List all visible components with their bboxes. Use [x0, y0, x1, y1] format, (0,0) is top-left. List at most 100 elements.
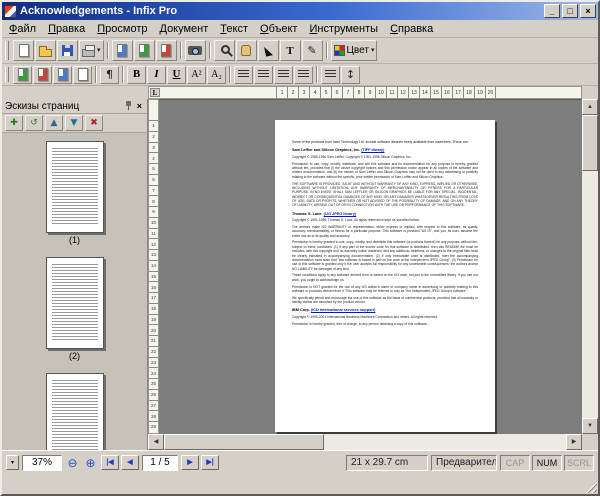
align-justify-button[interactable]	[294, 66, 313, 84]
menu-item-file[interactable]: Файл	[3, 21, 42, 37]
hand-tool-button[interactable]	[236, 40, 257, 61]
import-button[interactable]	[134, 40, 155, 61]
scroll-down-icon[interactable]: ▼	[582, 418, 598, 434]
rotate-pages-button[interactable]	[53, 66, 72, 84]
page-setup-button[interactable]	[73, 66, 92, 84]
prev-page-button[interactable]: ◀	[121, 455, 139, 470]
pin-icon[interactable]	[125, 101, 132, 111]
first-page-button[interactable]: |◀	[101, 455, 119, 470]
menu-item-view[interactable]: Просмотр	[91, 21, 153, 37]
italic-button[interactable]: I	[147, 66, 166, 84]
resize-grip[interactable]	[584, 480, 597, 493]
align-left-button[interactable]	[234, 66, 253, 84]
align-right-button[interactable]	[274, 66, 293, 84]
license-link[interactable]: (IJG JPEG library)	[324, 212, 357, 216]
ruler-tick: 5	[149, 163, 158, 174]
cursor-icon	[264, 45, 273, 56]
document-canvas[interactable]: Some of the products from Iceni Technolo…	[159, 99, 582, 434]
paragraph-button[interactable]: ¶	[100, 66, 119, 84]
panel-close-icon[interactable]: ×	[135, 101, 144, 111]
license-paragraph: The authors make NO WARRANTY or represen…	[292, 225, 478, 238]
zoom-in-button[interactable]: ⊕	[83, 455, 98, 470]
export-button[interactable]	[112, 40, 133, 61]
underline-button[interactable]: U	[167, 66, 186, 84]
page-indicator[interactable]: 1 / 5	[142, 455, 178, 471]
horizontal-scroll-thumb[interactable]	[164, 434, 324, 450]
ruler-tick: 23	[149, 357, 158, 368]
page-nav-right: ▶▶|	[181, 455, 219, 470]
superscript-button[interactable]: A²	[187, 66, 206, 84]
menu-item-tools[interactable]: Инструменты	[303, 21, 384, 37]
insert-pages-button[interactable]	[13, 66, 32, 84]
page-thumbnail[interactable]: (3)	[2, 373, 147, 450]
replace-page-button[interactable]: ↺	[25, 115, 43, 131]
revert-button[interactable]	[156, 40, 177, 61]
align-icon	[258, 70, 269, 79]
align-icon	[238, 70, 249, 79]
menu-item-object[interactable]: Объект	[254, 21, 303, 37]
scroll-up-icon[interactable]: ▲	[582, 99, 598, 115]
ruler-tick: 7	[149, 185, 158, 196]
color-button[interactable]: Цвет▾	[331, 40, 378, 61]
toolbar-grip[interactable]	[5, 67, 9, 83]
close-button[interactable]: ×	[580, 4, 596, 18]
open-button[interactable]	[35, 40, 56, 61]
menu-item-document[interactable]: Документ	[153, 21, 214, 37]
ruler-tick: 11	[149, 228, 158, 239]
page-thumbnail[interactable]: (2)	[2, 257, 147, 361]
minimize-button[interactable]: _	[544, 4, 560, 18]
menu-item-help[interactable]: Справка	[384, 21, 439, 37]
menu-item-edit[interactable]: Правка	[42, 21, 91, 37]
vertical-scroll-thumb[interactable]	[582, 115, 598, 171]
snapshot-button[interactable]	[185, 40, 206, 61]
new-document-button[interactable]	[13, 40, 34, 61]
pencil-tool-button[interactable]: ✎	[302, 40, 323, 61]
move-page-down-button[interactable]: ▼	[65, 115, 83, 131]
insert-page-button[interactable]: ✚	[5, 115, 23, 131]
zoom-level[interactable]: 37%	[22, 455, 62, 471]
align-center-button[interactable]	[254, 66, 273, 84]
ruler-tick: 2	[287, 87, 298, 98]
window-title: Acknowledgements - Infix Pro	[20, 5, 541, 17]
last-page-button[interactable]: ▶|	[201, 455, 219, 470]
license-link[interactable]: (ICU International services support)	[311, 308, 375, 312]
menu-item-text[interactable]: Текст	[214, 21, 254, 37]
zoom-tool-button[interactable]	[214, 40, 235, 61]
thumbnails-panel-header: Эскизы страниц ×	[2, 99, 147, 114]
zoom-out-button[interactable]: ⊖	[65, 455, 80, 470]
license-paragraph: Copyright © 1991-1998, Thomas G. Lane. A…	[292, 218, 478, 222]
document-page[interactable]: Some of the products from Iceni Technolo…	[275, 120, 495, 432]
license-link[interactable]: (TIFF library)	[361, 148, 384, 152]
move-page-up-button[interactable]: ▲	[45, 115, 63, 131]
line-spacing-button[interactable]: ↕	[341, 66, 360, 84]
ruler-tick: 20	[485, 87, 496, 98]
horizontal-scrollbar[interactable]: ◀ ▶	[148, 434, 582, 450]
toolbar-grip[interactable]	[5, 41, 9, 60]
scroll-left-icon[interactable]: ◀	[148, 434, 164, 450]
delete-pages-button[interactable]	[33, 66, 52, 84]
tab-selector[interactable]: L	[150, 88, 160, 97]
page-red-icon	[161, 44, 171, 57]
printer-icon	[82, 49, 95, 57]
vertical-scrollbar[interactable]: ▲ ▼	[582, 99, 598, 434]
subscript-button[interactable]: A₂	[207, 66, 226, 84]
maximize-button[interactable]: □	[562, 4, 578, 18]
swatch-icon	[334, 45, 345, 56]
bold-button[interactable]: B	[127, 66, 146, 84]
delete-page-button[interactable]: ✖	[85, 115, 103, 131]
vertical-ruler: 1234567891011121314151617181920212223242…	[148, 99, 159, 434]
page-thumbnail[interactable]: (1)	[2, 141, 147, 245]
print-button[interactable]: ▾	[79, 40, 104, 61]
zoom-menu-button[interactable]: ▾	[6, 455, 19, 470]
scroll-right-icon[interactable]: ▶	[566, 434, 582, 450]
save-button[interactable]	[57, 40, 78, 61]
ruler-tick: 28	[149, 410, 158, 421]
textt-icon: T	[286, 45, 293, 57]
bullet-list-button[interactable]	[321, 66, 340, 84]
ruler-tick: 6	[331, 87, 342, 98]
ruler-tick: 22	[149, 346, 158, 357]
align-icon	[325, 70, 336, 79]
next-page-button[interactable]: ▶	[181, 455, 199, 470]
select-tool-button[interactable]	[258, 40, 279, 61]
text-tool-button[interactable]: T	[280, 40, 301, 61]
